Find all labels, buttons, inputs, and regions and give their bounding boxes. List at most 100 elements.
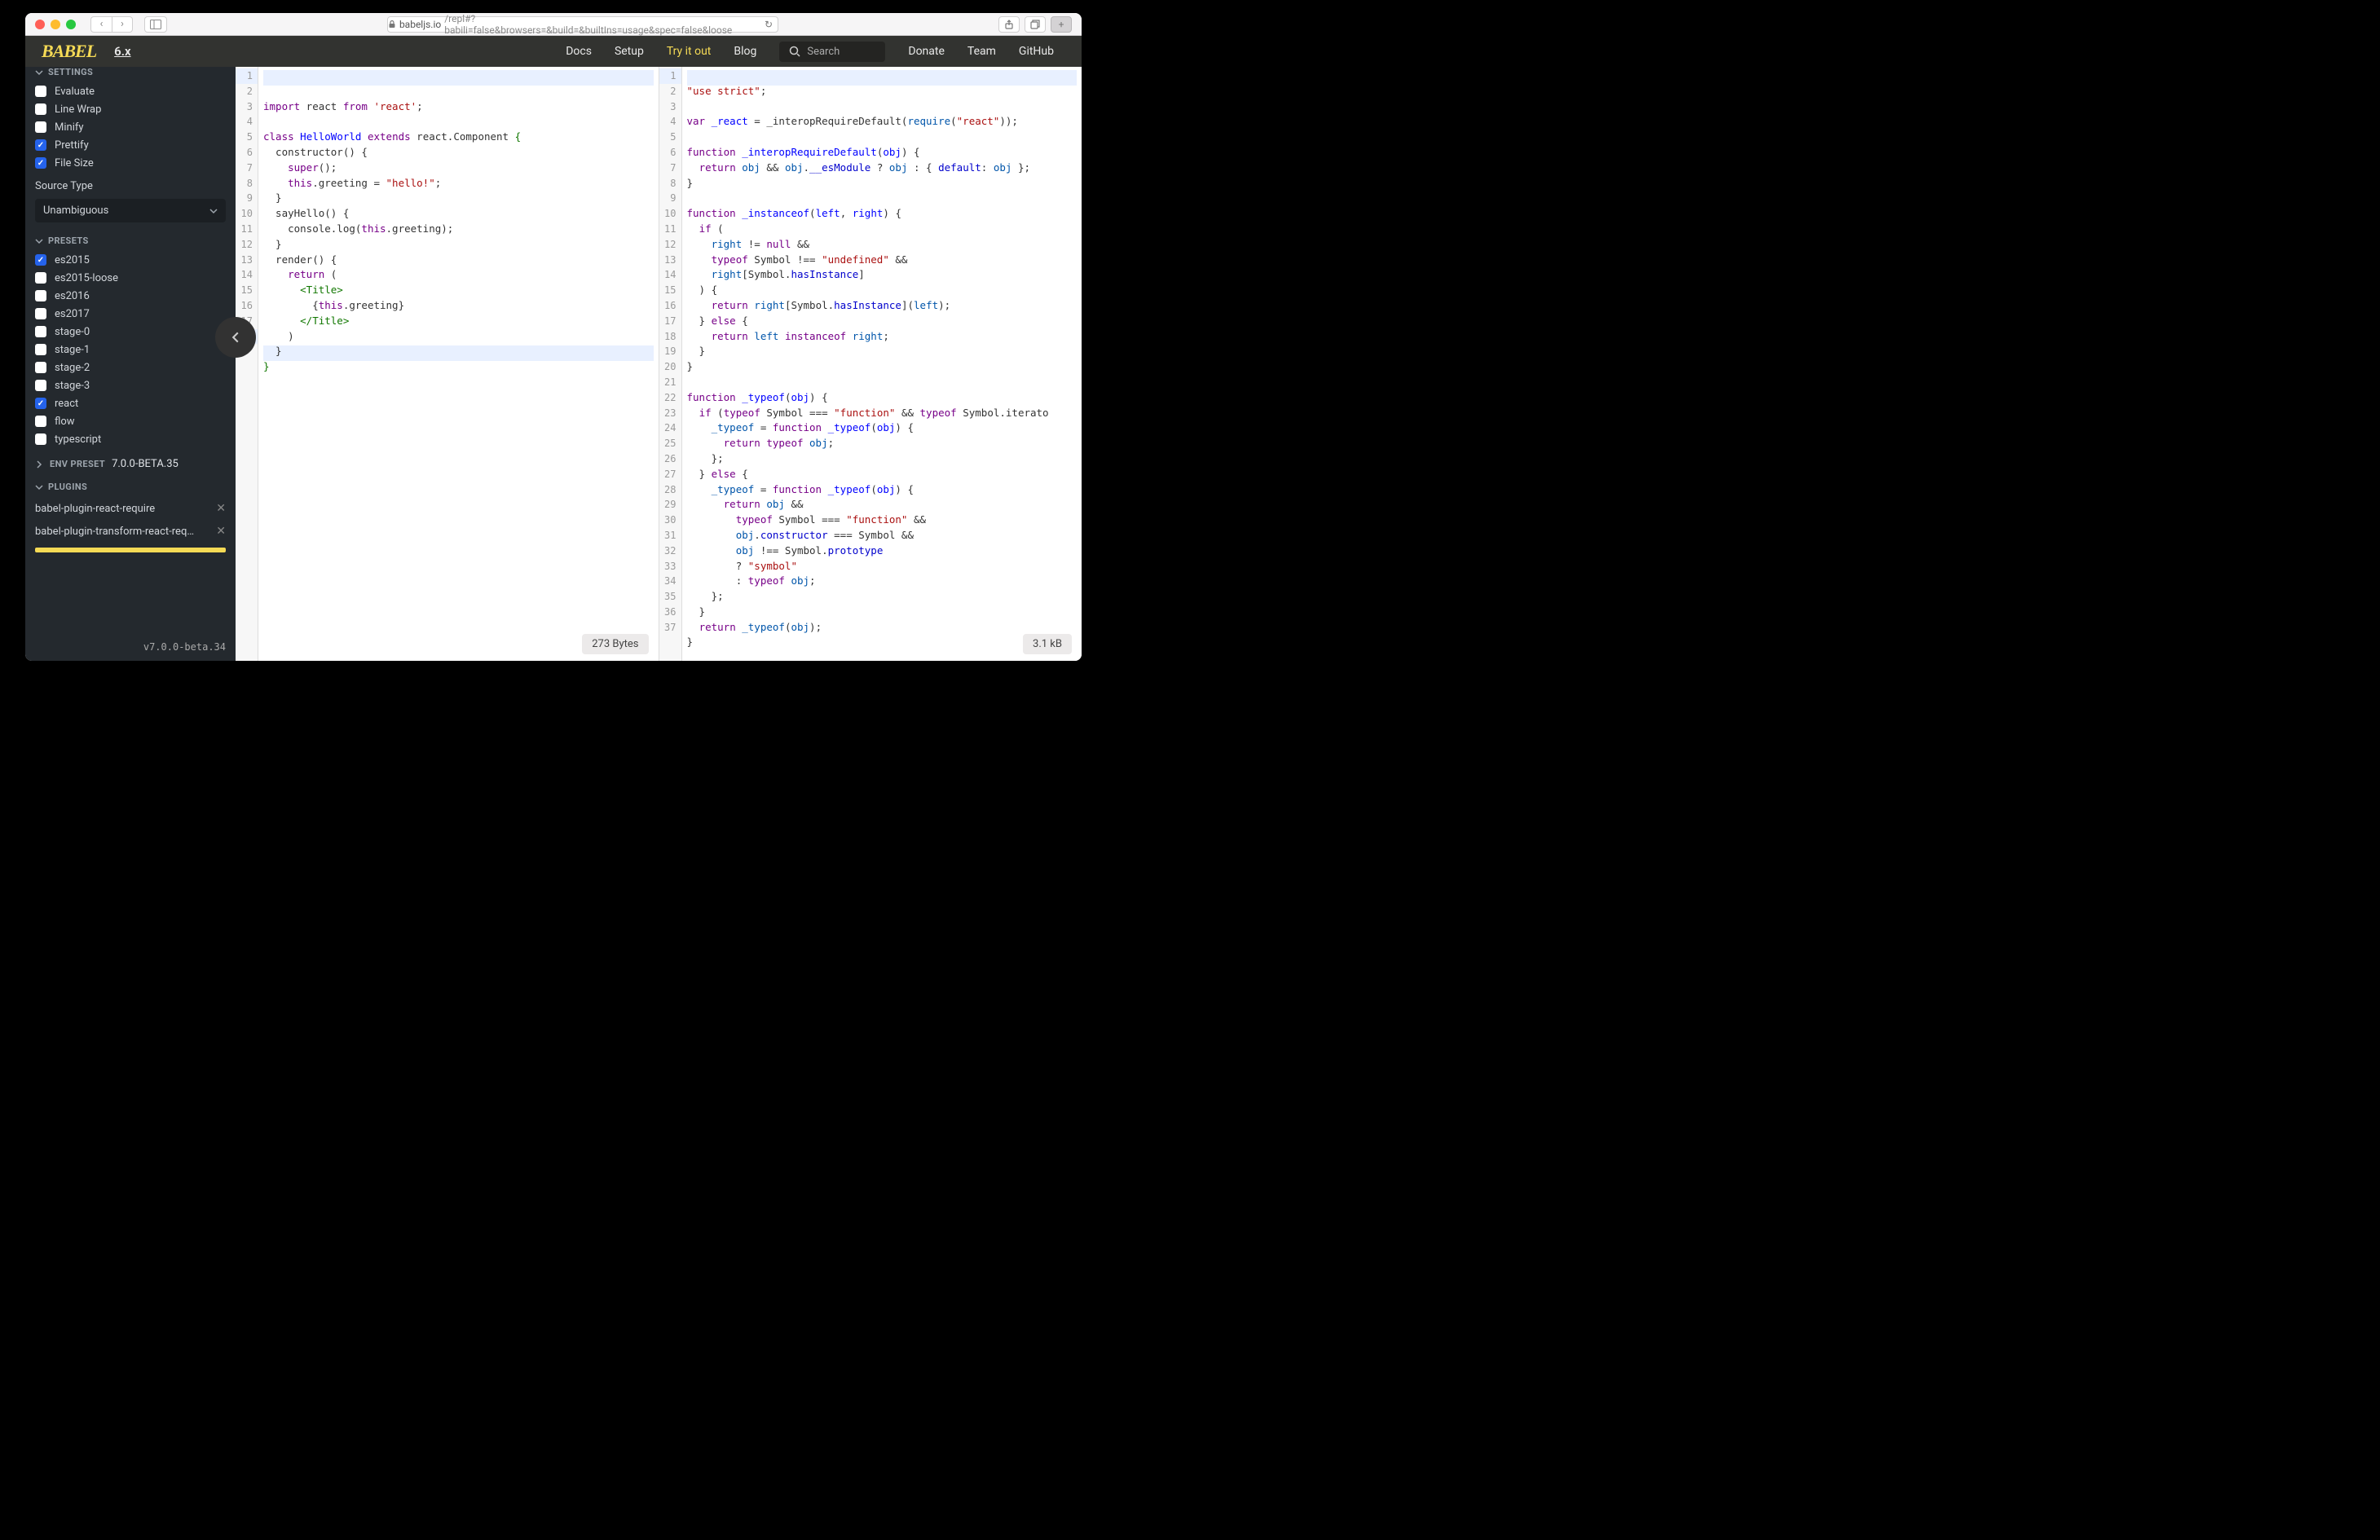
preset-es2016[interactable]: es2016	[25, 287, 236, 305]
forward-button[interactable]: ›	[112, 16, 133, 33]
checkbox[interactable]	[35, 103, 46, 115]
nav-blog[interactable]: Blog	[722, 45, 768, 58]
preset-stage-3[interactable]: stage-3	[25, 376, 236, 394]
plugin-name: babel-plugin-react-require	[35, 503, 155, 515]
checkbox[interactable]	[35, 308, 46, 319]
checkbox-label: File Size	[55, 157, 94, 169]
setting-line-wrap[interactable]: Line Wrap	[25, 100, 236, 118]
checkbox[interactable]	[35, 157, 46, 169]
search-icon	[789, 46, 800, 57]
setting-file-size[interactable]: File Size	[25, 154, 236, 172]
checkbox[interactable]	[35, 416, 46, 427]
preset-stage-2[interactable]: stage-2	[25, 359, 236, 376]
checkbox-label: flow	[55, 416, 75, 428]
input-editor[interactable]: 123456789101112131415161718 import react…	[236, 67, 659, 661]
nav-github[interactable]: GitHub	[1007, 45, 1065, 58]
env-preset-header[interactable]: ENV PRESET 7.0.0-BETA.35	[25, 448, 236, 477]
version-link[interactable]: 6.x	[114, 44, 130, 59]
presets-header[interactable]: PRESETS	[25, 231, 236, 251]
share-button[interactable]	[998, 16, 1020, 33]
checkbox-label: stage-1	[55, 344, 90, 356]
checkbox[interactable]	[35, 290, 46, 301]
line-gutter: 1234567891011121314151617181920212223242…	[659, 67, 682, 661]
checkbox[interactable]	[35, 86, 46, 97]
preset-typescript[interactable]: typescript	[25, 430, 236, 448]
checkbox[interactable]	[35, 139, 46, 151]
url-path: /repl#?babili=false&browsers=&build=&bui…	[444, 13, 761, 36]
plugin-item[interactable]: babel-plugin-react-require ✕	[25, 497, 236, 520]
preset-stage-0[interactable]: stage-0	[25, 323, 236, 341]
progress-bar	[35, 548, 226, 552]
setting-minify[interactable]: Minify	[25, 118, 236, 136]
chevron-down-icon	[209, 207, 218, 215]
checkbox[interactable]	[35, 344, 46, 355]
output-editor[interactable]: 1234567891011121314151617181920212223242…	[659, 67, 1082, 661]
checkbox[interactable]	[35, 121, 46, 133]
checkbox-label: stage-2	[55, 362, 90, 374]
remove-plugin-button[interactable]: ✕	[216, 502, 226, 515]
sidebar-collapse-button[interactable]	[215, 317, 256, 358]
setting-evaluate[interactable]: Evaluate	[25, 82, 236, 100]
footer-version: v7.0.0-beta.34	[25, 635, 236, 661]
minimize-window-button[interactable]	[51, 20, 60, 29]
chevron-left-icon	[230, 332, 241, 343]
preset-stage-1[interactable]: stage-1	[25, 341, 236, 359]
new-tab-button[interactable]: +	[1051, 16, 1072, 33]
checkbox-label: react	[55, 398, 78, 410]
nav-docs[interactable]: Docs	[554, 45, 603, 58]
input-size-badge: 273 Bytes	[582, 634, 648, 654]
plugin-item[interactable]: babel-plugin-transform-react-require ✕	[25, 520, 236, 543]
checkbox-label: es2016	[55, 290, 90, 302]
maximize-window-button[interactable]	[66, 20, 76, 29]
url-host: babeljs.io	[399, 19, 441, 30]
url-bar[interactable]: babeljs.io/repl#?babili=false&browsers=&…	[387, 16, 778, 33]
checkbox[interactable]	[35, 362, 46, 373]
chevron-down-icon	[35, 68, 43, 77]
checkbox[interactable]	[35, 326, 46, 337]
preset-react[interactable]: react	[25, 394, 236, 412]
tabs-button[interactable]	[1025, 16, 1046, 33]
chevron-right-icon	[35, 460, 43, 469]
nav-setup[interactable]: Setup	[603, 45, 655, 58]
plugins-header[interactable]: PLUGINS	[25, 477, 236, 497]
sidebar: SETTINGS Evaluate Line Wrap Minify Prettify…	[25, 67, 236, 661]
code-content: "use strict"; var _react = _interopRequi…	[682, 67, 1082, 652]
checkbox[interactable]	[35, 254, 46, 266]
settings-header[interactable]: SETTINGS	[25, 67, 236, 82]
back-button[interactable]: ‹	[90, 16, 112, 33]
setting-prettify[interactable]: Prettify	[25, 136, 236, 154]
checkbox-label: stage-0	[55, 326, 90, 338]
browser-chrome: ‹ › babeljs.io/repl#?babili=false&browse…	[25, 13, 1082, 36]
source-type-select[interactable]: Unambiguous	[35, 199, 226, 222]
chevron-down-icon	[35, 237, 43, 245]
search-placeholder: Search	[807, 46, 875, 58]
checkbox-label: typescript	[55, 433, 101, 446]
checkbox-label: Minify	[55, 121, 84, 134]
preset-es2015-loose[interactable]: es2015-loose	[25, 269, 236, 287]
source-type-label: Source Type	[25, 172, 236, 196]
preset-es2017[interactable]: es2017	[25, 305, 236, 323]
nav-tryit[interactable]: Try it out	[655, 45, 723, 58]
checkbox[interactable]	[35, 272, 46, 284]
checkbox[interactable]	[35, 433, 46, 445]
preset-es2015[interactable]: es2015	[25, 251, 236, 269]
remove-plugin-button[interactable]: ✕	[216, 525, 226, 538]
editor-panes: 123456789101112131415161718 import react…	[236, 67, 1082, 661]
checkbox-label: es2017	[55, 308, 90, 320]
chevron-down-icon	[35, 483, 43, 491]
line-gutter: 123456789101112131415161718	[236, 67, 258, 661]
search-input[interactable]: Search	[779, 42, 885, 62]
sidebar-toggle-button[interactable]	[144, 16, 167, 33]
checkbox-label: es2015-loose	[55, 272, 118, 284]
checkbox[interactable]	[35, 398, 46, 409]
nav-team[interactable]: Team	[956, 45, 1007, 58]
preset-flow[interactable]: flow	[25, 412, 236, 430]
checkbox[interactable]	[35, 380, 46, 391]
close-window-button[interactable]	[35, 20, 45, 29]
checkbox-label: Evaluate	[55, 86, 95, 98]
nav-donate[interactable]: Donate	[897, 45, 956, 58]
code-content[interactable]: import react from 'react'; class HelloWo…	[258, 67, 659, 376]
plugin-name: babel-plugin-transform-react-require	[35, 526, 198, 538]
reload-icon[interactable]: ↻	[765, 19, 773, 30]
logo[interactable]: BABEL	[42, 41, 96, 62]
